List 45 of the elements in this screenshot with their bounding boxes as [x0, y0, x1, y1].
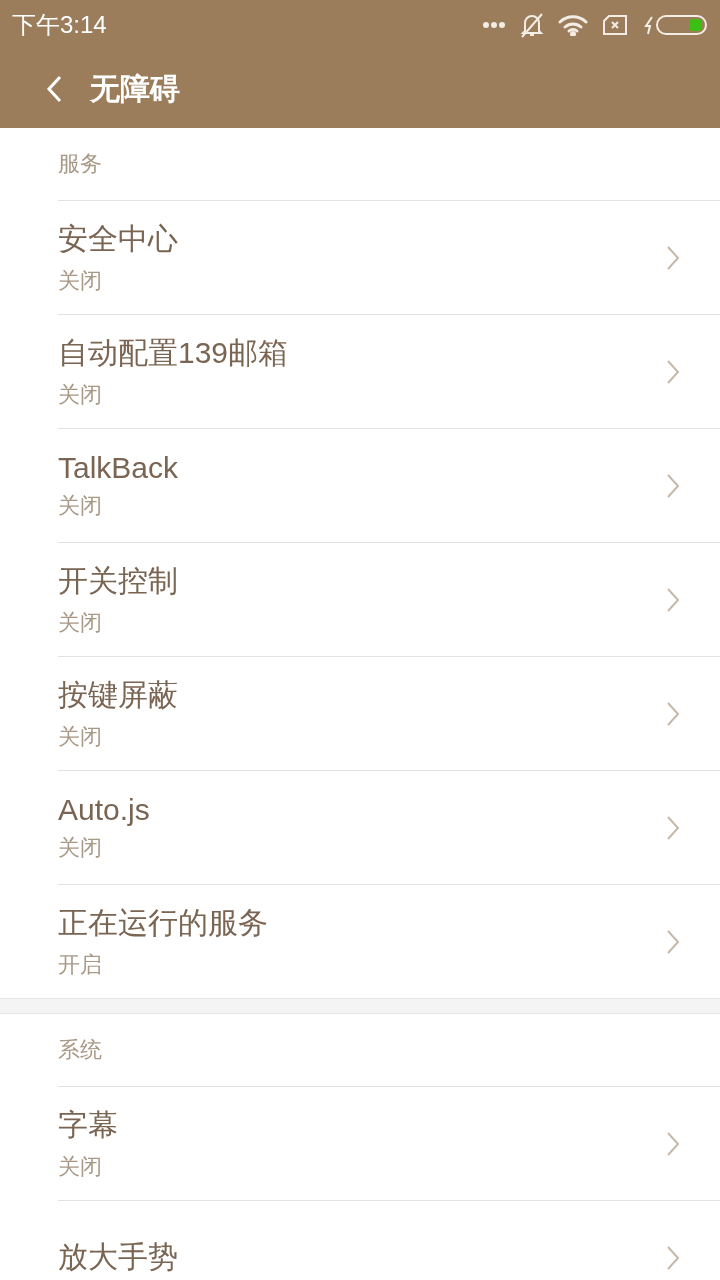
settings-item[interactable]: 按键屏蔽 关闭: [58, 657, 720, 771]
item-status: 关闭: [58, 723, 103, 751]
item-status: 关闭: [58, 381, 103, 409]
chevron-icon: [666, 472, 680, 499]
section-header: 服务: [58, 128, 720, 201]
settings-item[interactable]: 放大手势: [58, 1201, 720, 1280]
item-title: Auto.js: [58, 792, 151, 827]
settings-item[interactable]: 自动配置139邮箱 关闭: [58, 315, 720, 429]
chevron-icon: [666, 244, 680, 271]
no-sim-icon: [602, 15, 628, 35]
status-time: 下午3:14: [12, 10, 107, 40]
chevron-icon: [666, 1244, 680, 1271]
item-status: 开启: [58, 951, 103, 979]
page-title: 无障碍: [90, 69, 180, 108]
muted-bell-icon: [520, 12, 544, 38]
chevron-icon: [666, 586, 680, 613]
back-icon: [46, 75, 62, 103]
settings-item[interactable]: 安全中心 关闭: [58, 201, 720, 315]
wifi-icon: [558, 14, 588, 36]
item-status: 关闭: [58, 491, 103, 520]
item-title: 正在运行的服务: [58, 905, 269, 941]
item-status: 关闭: [58, 267, 103, 295]
item-title: 按键屏蔽: [58, 677, 179, 713]
item-title: 放大手势: [58, 1239, 179, 1275]
settings-item[interactable]: Auto.js 关闭: [58, 771, 720, 885]
item-title: 开关控制: [58, 563, 179, 599]
section-header: 系统: [58, 1014, 720, 1087]
settings-item[interactable]: 正在运行的服务 开启: [58, 885, 720, 998]
item-status: 关闭: [58, 609, 103, 637]
item-title: 自动配置139邮箱: [58, 335, 290, 371]
item-status: 关闭: [58, 833, 103, 862]
item-title: TalkBack: [58, 450, 180, 485]
more-dots-icon: [482, 21, 506, 29]
chevron-icon: [666, 1130, 680, 1157]
settings-item[interactable]: 开关控制 关闭: [58, 543, 720, 657]
chevron-icon: [666, 358, 680, 385]
battery-icon: [642, 14, 708, 36]
settings-item[interactable]: TalkBack 关闭: [58, 429, 720, 543]
item-status: 关闭: [58, 1153, 103, 1181]
chevron-icon: [666, 928, 680, 955]
chevron-icon: [666, 700, 680, 727]
item-title: 字幕: [58, 1107, 119, 1143]
settings-item[interactable]: 字幕 关闭: [58, 1087, 720, 1201]
item-title: 安全中心: [58, 221, 179, 257]
chevron-icon: [666, 814, 680, 841]
